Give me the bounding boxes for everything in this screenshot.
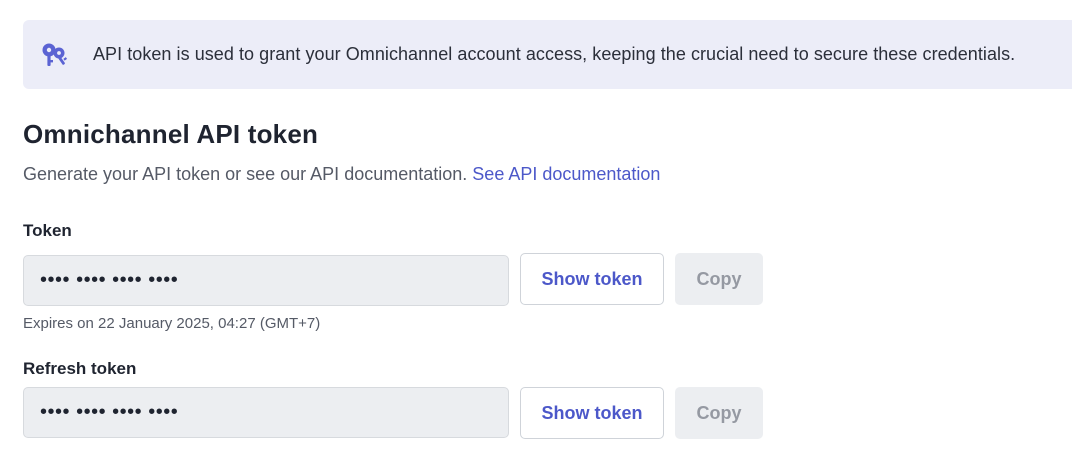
api-documentation-link[interactable]: See API documentation xyxy=(472,164,660,184)
info-banner: API token is used to grant your Omnichan… xyxy=(23,20,1072,89)
token-label: Token xyxy=(23,221,72,240)
api-token-page: API token is used to grant your Omnichan… xyxy=(0,0,1072,454)
token-field[interactable]: •••• •••• •••• •••• xyxy=(23,255,509,306)
refresh-token-field[interactable]: •••• •••• •••• •••• xyxy=(23,387,509,438)
page-title: Omnichannel API token xyxy=(23,119,319,149)
token-expiry-text: Expires on 22 January 2025, 04:27 (GMT+7… xyxy=(23,315,321,332)
page-description: Generate your API token or see our API d… xyxy=(23,164,660,185)
copy-refresh-token-button[interactable]: Copy xyxy=(675,387,763,439)
description-text: Generate your API token or see our API d… xyxy=(23,164,468,184)
show-token-button[interactable]: Show token xyxy=(520,253,664,305)
show-refresh-token-button[interactable]: Show token xyxy=(520,387,664,439)
keys-icon xyxy=(39,39,71,71)
refresh-token-label: Refresh token xyxy=(23,359,137,378)
copy-token-button[interactable]: Copy xyxy=(675,253,763,305)
banner-text: API token is used to grant your Omnichan… xyxy=(93,44,1016,64)
